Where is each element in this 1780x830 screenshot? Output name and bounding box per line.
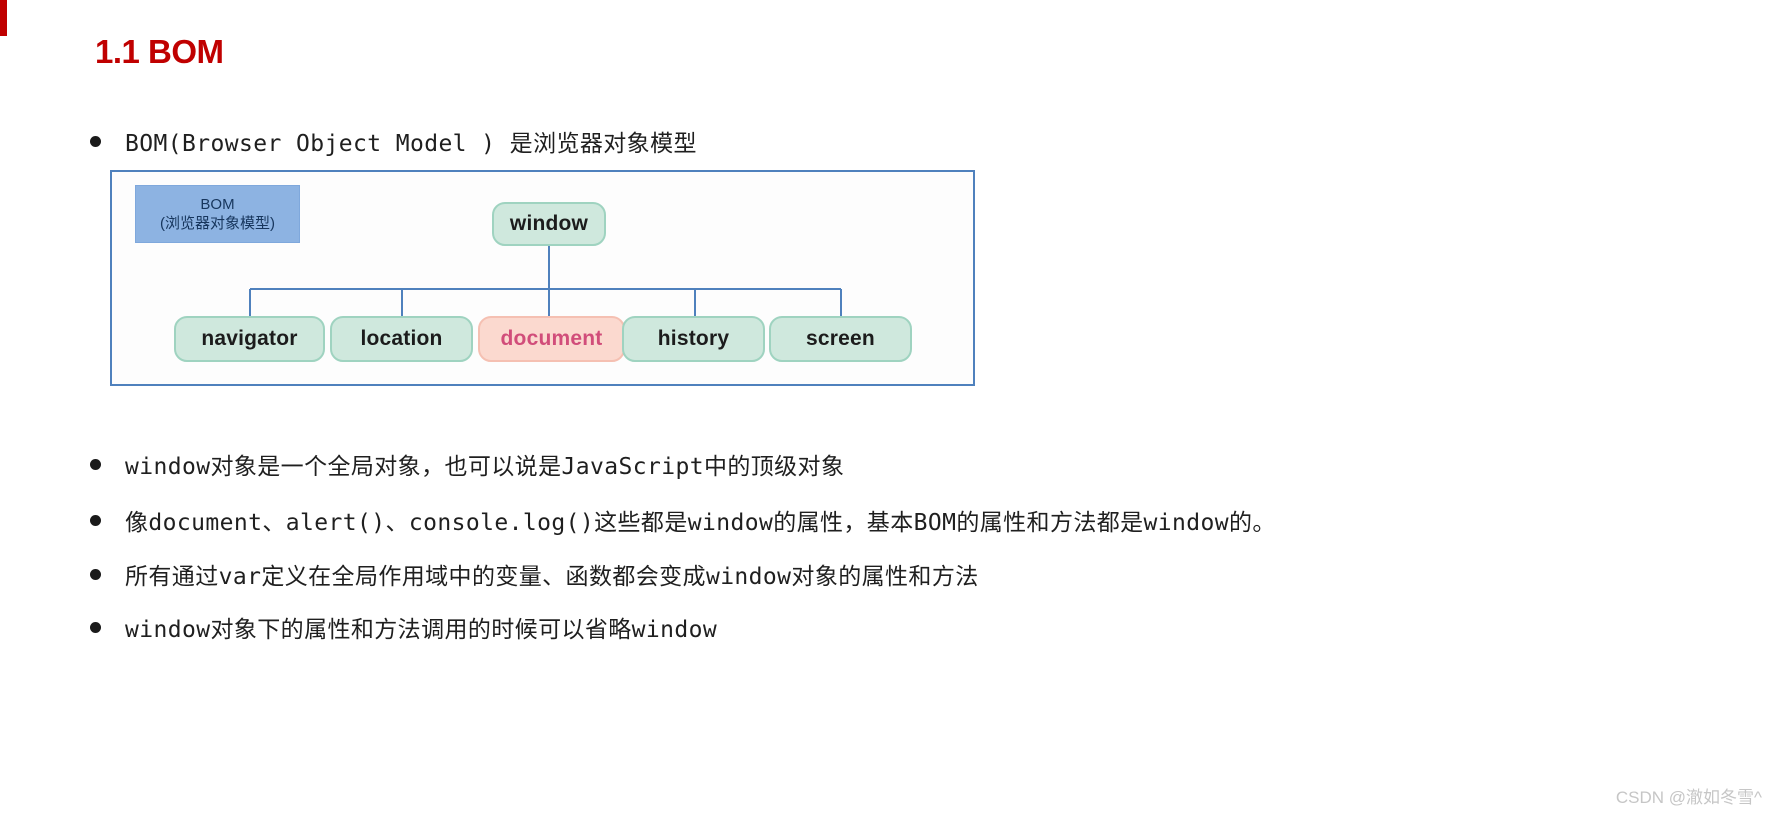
node-window[interactable]: window: [492, 202, 606, 246]
csdn-watermark: CSDN @澈如冬雪^: [1615, 788, 1762, 807]
node-navigator[interactable]: navigator: [174, 316, 325, 362]
bullet-text-4: window对象下的属性和方法调用的时候可以省略window: [125, 617, 718, 643]
bullet-dot-icon: [90, 459, 101, 470]
legend-bom-box: BOM (浏览器对象模型): [135, 185, 300, 243]
bullet-text-1: window对象是一个全局对象，也可以说是JavaScript中的顶级对象: [125, 454, 845, 480]
bullet-item-1: window对象是一个全局对象，也可以说是JavaScript中的顶级对象: [90, 447, 844, 481]
bullet-item-0: BOM(Browser Object Model ) 是浏览器对象模型: [90, 124, 697, 158]
bullet-item-2: 像document、alert()、console.log()这些都是windo…: [90, 503, 1276, 537]
node-history[interactable]: history: [622, 316, 765, 362]
bullet-dot-icon: [90, 515, 101, 526]
bullet-item-4: window对象下的属性和方法调用的时候可以省略window: [90, 610, 717, 644]
bullet-text-2: 像document、alert()、console.log()这些都是windo…: [125, 510, 1276, 536]
bullet-text-3: 所有通过var定义在全局作用域中的变量、函数都会变成window对象的属性和方法: [125, 564, 979, 590]
bullet-item-3: 所有通过var定义在全局作用域中的变量、函数都会变成window对象的属性和方法: [90, 557, 979, 591]
bullet-dot-icon: [90, 136, 101, 147]
slide-page: 1.1 BOM BOM(Browser Object Model ) 是浏览器对…: [0, 0, 1780, 830]
node-screen[interactable]: screen: [769, 316, 912, 362]
bullet-dot-icon: [90, 622, 101, 633]
page-title: 1.1 BOM: [95, 33, 224, 70]
node-location[interactable]: location: [330, 316, 473, 362]
legend-line-1: BOM: [200, 195, 235, 213]
legend-line-2: (浏览器对象模型): [160, 215, 275, 232]
bom-diagram: BOM (浏览器对象模型) window navigator location …: [110, 170, 975, 386]
node-document[interactable]: document: [478, 316, 625, 362]
bullet-dot-icon: [90, 569, 101, 580]
bullet-text-0: BOM(Browser Object Model ) 是浏览器对象模型: [125, 131, 697, 157]
red-accent-bar: [0, 0, 7, 36]
